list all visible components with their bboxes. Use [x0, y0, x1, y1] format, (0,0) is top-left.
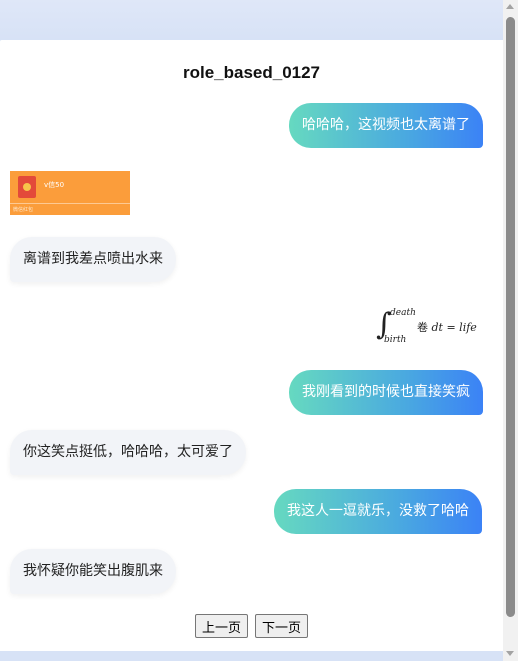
- scroll-down-arrow-icon[interactable]: [506, 651, 514, 656]
- message-bubble-sent: 我刚看到的时候也直接笑疯: [289, 370, 483, 415]
- chat-panel: role_based_0127 哈哈哈，这视频也太离谱了 v信50 微信红包 离…: [0, 40, 503, 651]
- formula-upper-limit: death: [390, 308, 416, 318]
- formula-body: 卷 dt = life: [417, 319, 477, 335]
- red-packet-title: v信50: [44, 181, 65, 189]
- scrollbar[interactable]: [503, 0, 518, 661]
- message-bubble-received: 我怀疑你能笑出腹肌来: [10, 549, 176, 594]
- red-packet-icon: [18, 176, 36, 198]
- formula-image: ∫ death birth 卷 dt = life: [374, 305, 492, 349]
- message-bubble-received: 你这笑点挺低，哈哈哈，太可爱了: [10, 430, 246, 475]
- message-bubble-sent: 哈哈哈，这视频也太离谱了: [289, 103, 483, 148]
- prev-page-button[interactable]: 上一页: [194, 614, 248, 638]
- top-band: [0, 0, 503, 40]
- formula-body-var: dt: [431, 321, 443, 334]
- message-bubble-received: 离谱到我差点喷出水来: [10, 237, 176, 282]
- red-packet-footer: 微信红包: [13, 207, 34, 213]
- scroll-up-arrow-icon[interactable]: [506, 4, 514, 9]
- red-packet-divider: [10, 203, 130, 204]
- bottom-band: [0, 651, 503, 661]
- red-packet-card[interactable]: v信50 微信红包: [10, 171, 130, 215]
- formula-body-mid: 卷: [417, 321, 428, 334]
- scrollbar-thumb[interactable]: [506, 17, 515, 617]
- formula-lower-limit: birth: [384, 335, 407, 345]
- message-bubble-sent: 我这人一逗就乐，没救了哈哈: [274, 489, 482, 534]
- pagination: 上一页 下一页: [0, 614, 503, 638]
- formula-body-rest: = life: [446, 321, 477, 334]
- next-page-button[interactable]: 下一页: [255, 614, 309, 638]
- page-title: role_based_0127: [182, 63, 321, 82]
